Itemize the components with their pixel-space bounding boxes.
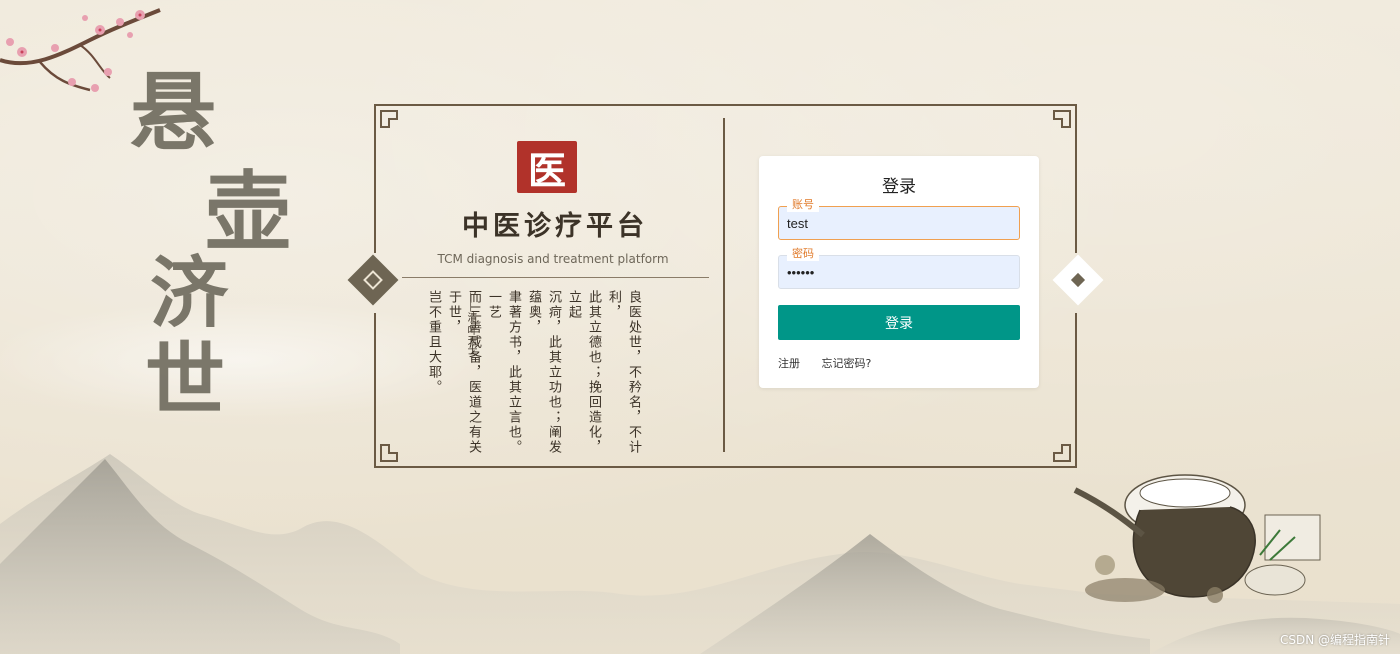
auth-links: 注册 忘记密码?	[778, 355, 889, 371]
password-input[interactable]	[787, 256, 1007, 288]
poem-author: ——清·叶天士	[465, 292, 476, 356]
poem-column: 岂不重且大耶。	[426, 290, 441, 395]
poem-column: 沉疴，此其立功也；阐发蕴奥，	[526, 290, 561, 455]
register-link[interactable]: 注册	[778, 357, 800, 370]
calligraphy-char-3: 济	[150, 248, 229, 339]
poem-column: 此其立德也；挽回造化，立起	[566, 290, 601, 455]
title-divider	[402, 277, 709, 278]
login-button[interactable]: 登录	[778, 305, 1020, 340]
platform-subtitle: TCM diagnosis and treatment platform	[437, 252, 669, 266]
frame-divider	[723, 118, 725, 452]
calligraphy-char-4: 世	[145, 333, 225, 427]
poem-column: 良医处世，不矜名，不计利，	[606, 290, 641, 455]
calligraphy-motto: 悬 壶 济 世	[120, 70, 320, 430]
password-field: 密码	[778, 247, 1020, 289]
calligraphy-char-1: 悬	[130, 62, 216, 163]
login-card: 登录 账号 密码 登录 注册 忘记密码?	[759, 156, 1039, 388]
account-field: 账号	[778, 198, 1020, 240]
calligraphy-char-2: 壶	[205, 162, 291, 263]
account-input[interactable]	[787, 207, 1007, 239]
medicine-seal-logo: 医	[517, 141, 577, 193]
herbal-teapot-illustration	[1073, 474, 1321, 603]
login-title: 登录	[882, 177, 916, 197]
csdn-watermark: CSDN @编程指南针	[1279, 633, 1390, 647]
platform-title: 中医诊疗平台	[462, 211, 648, 242]
poem-text: 良医处世，不矜名，不计利， 此其立德也；挽回造化，立起 沉疴，此其立功也；阐发蕴…	[426, 290, 643, 460]
forgot-password-link[interactable]: 忘记密码?	[822, 357, 872, 370]
